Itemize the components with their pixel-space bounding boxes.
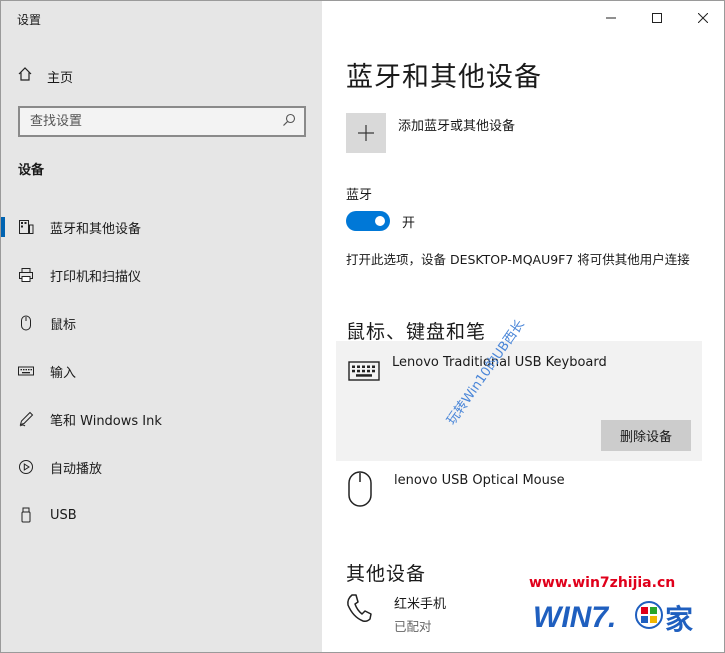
discoverable-text: 打开此选项，设备 DESKTOP-MQAU9F7 将可供其他用户连接: [346, 252, 690, 267]
add-device-label: 添加蓝牙或其他设备: [398, 119, 516, 134]
sidebar: 设置 主页 设备 蓝牙和其他设备: [1, 1, 322, 652]
bluetooth-state: 开: [402, 215, 416, 231]
toggle-knob: [375, 216, 385, 226]
bluetooth-label: 蓝牙: [346, 188, 373, 203]
sidebar-item-autoplay[interactable]: 自动播放: [1, 443, 322, 491]
maximize-icon: [652, 13, 662, 23]
minimize-icon: [606, 17, 616, 19]
close-button[interactable]: [680, 1, 724, 35]
keyboard-icon: [18, 363, 34, 379]
sidebar-nav: 蓝牙和其他设备 打印机和扫描仪 鼠标 输入 笔和 Windows Ink 自动播…: [1, 203, 322, 539]
sidebar-item-label: 自动播放: [50, 461, 103, 477]
close-icon: [698, 13, 708, 23]
sidebar-item-label: 蓝牙和其他设备: [50, 221, 142, 237]
bluetooth-toggle-row: 开: [346, 211, 415, 231]
sidebar-item-usb[interactable]: USB: [1, 491, 322, 539]
content-pane: 蓝牙和其他设备 添加蓝牙或其他设备 蓝牙 开 打开此选项，设备 DESKTOP-…: [322, 1, 724, 652]
minimize-button[interactable]: [588, 1, 634, 35]
site-url-watermark: www.win7zhijia.cn: [529, 575, 676, 591]
sidebar-item-input[interactable]: 输入: [1, 347, 322, 395]
phone-device-status: 已配对: [394, 619, 432, 634]
mouse-keyboard-pen-heading: 鼠标、键盘和笔: [346, 321, 487, 343]
sidebar-item-bluetooth[interactable]: 蓝牙和其他设备: [1, 203, 322, 251]
printer-icon: [18, 267, 34, 283]
settings-window: 设置 主页 设备 蓝牙和其他设备: [0, 0, 725, 653]
section-label: 设备: [18, 163, 45, 178]
svg-text:WIN7.: WIN7.: [533, 601, 616, 634]
search-box[interactable]: [18, 106, 306, 137]
mouse-icon: [18, 315, 34, 331]
bluetooth-toggle[interactable]: [346, 211, 390, 231]
win7-logo: WIN7. 家: [533, 601, 693, 635]
other-devices-heading: 其他设备: [346, 563, 427, 585]
sidebar-item-label: 鼠标: [50, 317, 77, 333]
phone-device-item[interactable]: 红米手机 已配对: [346, 593, 446, 635]
phone-icon: [346, 593, 372, 635]
sidebar-item-pen[interactable]: 笔和 Windows Ink: [1, 395, 322, 443]
page-title: 蓝牙和其他设备: [346, 62, 542, 93]
search-icon[interactable]: [282, 113, 296, 131]
mouse-device-icon: [346, 471, 374, 515]
keyboard-icon: [348, 361, 380, 385]
bluetooth-devices-icon: [18, 219, 34, 235]
sidebar-item-label: 笔和 Windows Ink: [50, 413, 162, 429]
add-device-button[interactable]: 添加蓝牙或其他设备: [346, 113, 515, 153]
home-label: 主页: [47, 70, 74, 86]
usb-icon: [18, 507, 34, 523]
app-title: 设置: [17, 13, 42, 27]
phone-device-name: 红米手机: [394, 597, 447, 612]
phone-device-text: 红米手机 已配对: [394, 593, 446, 635]
add-icon: [346, 113, 386, 153]
mouse-device-name: lenovo USB Optical Mouse: [394, 473, 565, 488]
home-icon: [17, 66, 33, 86]
keyboard-device-name: Lenovo Traditional USB Keyboard: [392, 355, 607, 370]
sidebar-item-printers[interactable]: 打印机和扫描仪: [1, 251, 322, 299]
pen-icon: [18, 411, 34, 427]
svg-text:家: 家: [665, 603, 693, 635]
keyboard-device-item[interactable]: Lenovo Traditional USB Keyboard 删除设备: [336, 341, 702, 461]
sidebar-item-home[interactable]: 主页: [17, 65, 73, 87]
sidebar-item-label: USB: [50, 507, 77, 523]
mouse-device-item[interactable]: lenovo USB Optical Mouse: [346, 471, 706, 515]
sidebar-item-label: 输入: [50, 365, 77, 381]
sidebar-item-label: 打印机和扫描仪: [50, 269, 142, 285]
remove-device-button[interactable]: 删除设备: [601, 420, 691, 451]
sidebar-item-mouse[interactable]: 鼠标: [1, 299, 322, 347]
search-input[interactable]: [30, 114, 282, 129]
window-controls: [588, 1, 724, 35]
maximize-button[interactable]: [634, 1, 680, 35]
autoplay-icon: [18, 459, 34, 475]
